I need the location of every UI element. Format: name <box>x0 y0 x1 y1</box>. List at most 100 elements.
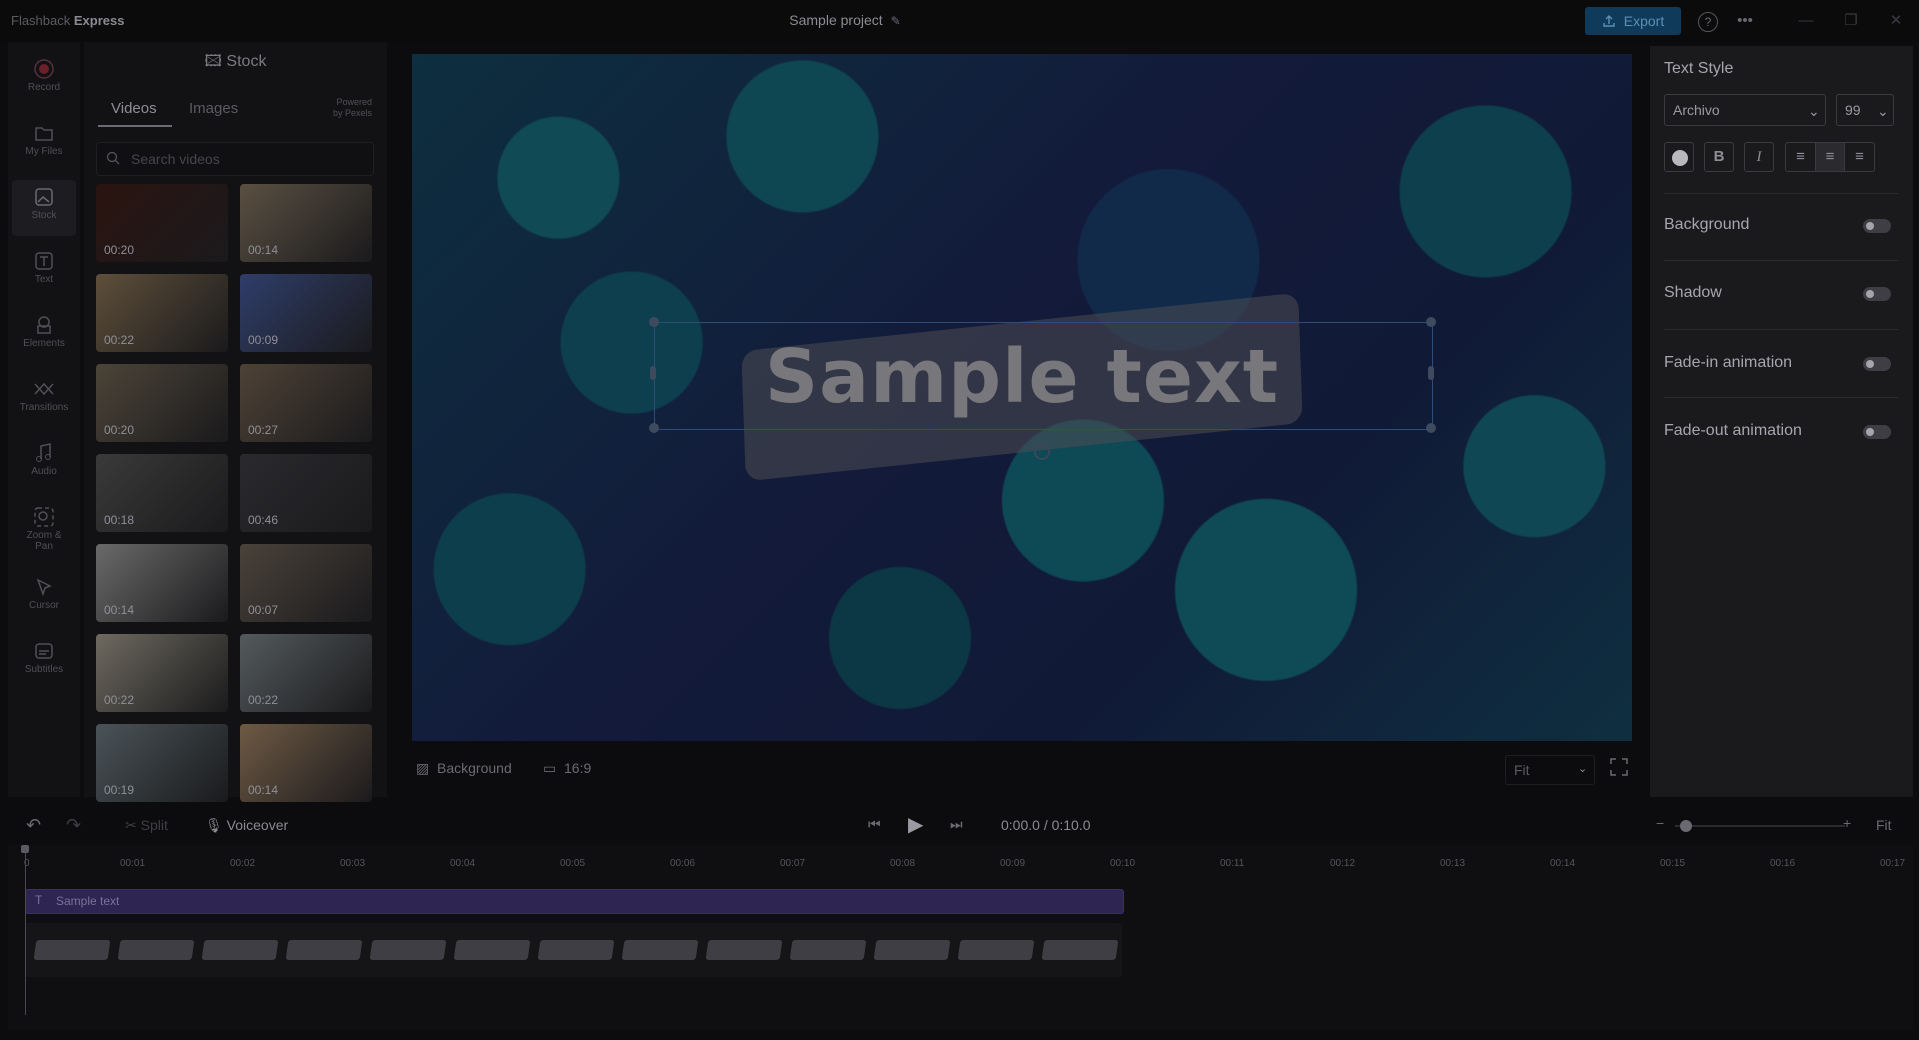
thumbnail-duration: 00:14 <box>248 243 279 257</box>
chevron-down-icon: ⌄ <box>1877 103 1889 119</box>
nav-record[interactable]: Record <box>8 52 80 108</box>
background-toggle[interactable] <box>1863 219 1891 233</box>
nav-zoom-pan[interactable]: Zoom & Pan <box>8 500 80 566</box>
undo-icon[interactable]: ↶ <box>26 815 41 836</box>
resize-handle[interactable] <box>649 317 659 327</box>
timeline-tick: 00:09 <box>1000 858 1026 869</box>
italic-button[interactable]: I <box>1744 142 1774 172</box>
resize-handle[interactable] <box>1428 366 1434 380</box>
nav-elements[interactable]: Elements <box>8 308 80 364</box>
resize-handle[interactable] <box>1426 423 1436 433</box>
text-icon <box>35 252 53 270</box>
zoom-in-icon[interactable]: + <box>1843 815 1851 831</box>
video-thumbnail[interactable]: 00:14 <box>240 724 372 802</box>
align-right-button[interactable]: ≡ <box>1845 142 1875 172</box>
play-icon[interactable]: ▶ <box>908 812 923 837</box>
close-icon[interactable]: ✕ <box>1885 10 1907 32</box>
help-icon[interactable]: ? <box>1698 12 1718 32</box>
divider <box>1664 260 1898 261</box>
timeline-tick: 00:12 <box>1330 858 1356 869</box>
maximize-icon[interactable]: ❐ <box>1840 10 1862 32</box>
fade-in-label: Fade-in animation <box>1664 354 1793 371</box>
video-thumbnail[interactable]: 00:07 <box>240 544 372 622</box>
background-label: Background <box>1664 216 1750 233</box>
tab-images[interactable]: Images <box>189 100 238 117</box>
shadow-toggle[interactable] <box>1863 287 1891 301</box>
search-input[interactable] <box>129 149 363 169</box>
color-picker[interactable] <box>1664 142 1694 172</box>
nav-stock[interactable]: Stock <box>12 180 76 236</box>
fade-out-label: Fade-out animation <box>1664 422 1802 439</box>
pencil-icon[interactable]: ✎ <box>891 14 901 28</box>
title-bar: Flashback Express Sample project ✎ Export… <box>0 0 1919 42</box>
preview-canvas[interactable]: Sample text <box>412 54 1632 741</box>
video-thumbnail[interactable]: 00:46 <box>240 454 372 532</box>
align-center-button[interactable]: ≡ <box>1815 142 1845 172</box>
align-left-button[interactable]: ≡ <box>1785 142 1815 172</box>
video-thumbnail[interactable]: 00:19 <box>96 724 228 802</box>
video-thumbnail[interactable]: 00:22 <box>240 634 372 712</box>
scissors-icon: ✂ <box>125 817 137 833</box>
powered-by-pexels[interactable]: Powered by Pexels <box>312 97 372 119</box>
timeline-fit-button[interactable]: Fit <box>1876 817 1892 833</box>
resize-handle[interactable] <box>1426 317 1436 327</box>
tab-videos[interactable]: Videos <box>111 100 157 117</box>
fit-select[interactable]: Fit ⌄ <box>1505 755 1595 785</box>
timeline-tick: 00:13 <box>1440 858 1466 869</box>
fade-in-toggle[interactable] <box>1863 357 1891 371</box>
font-size-select[interactable]: 99 ⌄ <box>1836 94 1894 126</box>
skip-forward-icon[interactable]: ⏭ <box>950 816 963 833</box>
nav-subtitles[interactable]: Subtitles <box>8 634 80 690</box>
video-thumbnail[interactable]: 00:20 <box>96 184 228 262</box>
nav-my-files[interactable]: My Files <box>8 116 80 172</box>
zoom-slider[interactable] <box>1675 825 1845 827</box>
voiceover-button[interactable]: 🎙 Voiceover <box>205 817 288 834</box>
skip-back-icon[interactable]: ⏮ <box>868 816 881 833</box>
video-thumbnail[interactable]: 00:14 <box>240 184 372 262</box>
nav-transitions[interactable]: Transitions <box>8 372 80 428</box>
video-thumbnail[interactable]: 00:22 <box>96 274 228 352</box>
video-thumbnail[interactable]: 00:20 <box>96 364 228 442</box>
nav-cursor[interactable]: Cursor <box>8 570 80 626</box>
split-button[interactable]: ✂ Split <box>125 817 168 834</box>
resize-handle[interactable] <box>650 366 656 380</box>
animation-segment <box>705 940 783 960</box>
background-button[interactable]: ▨ Background <box>416 760 512 777</box>
timeline-tick: 00:11 <box>1220 858 1245 869</box>
video-thumbnail[interactable]: 00:22 <box>96 634 228 712</box>
selection-box[interactable] <box>654 322 1433 430</box>
project-title[interactable]: Sample project ✎ <box>0 12 1690 28</box>
video-thumbnail[interactable]: 00:14 <box>96 544 228 622</box>
divider <box>1664 193 1898 194</box>
video-thumbnail[interactable]: 00:09 <box>240 274 372 352</box>
video-thumbnail[interactable]: 00:18 <box>96 454 228 532</box>
folder-icon <box>35 127 53 141</box>
timeline-tick: 00:06 <box>670 858 696 869</box>
zoom-out-icon[interactable]: − <box>1656 815 1664 831</box>
timeline-tick: 00:03 <box>340 858 366 869</box>
fade-out-toggle[interactable] <box>1863 425 1891 439</box>
bold-button[interactable]: B <box>1704 142 1734 172</box>
animation-track[interactable] <box>25 923 1122 977</box>
minimize-icon[interactable]: — <box>1795 10 1817 32</box>
nav-audio[interactable]: Audio <box>8 436 80 492</box>
aspect-ratio-button[interactable]: ▭ 16:9 <box>543 760 591 777</box>
export-button[interactable]: Export <box>1585 7 1681 35</box>
more-icon[interactable]: ••• <box>1734 10 1756 32</box>
text-clip[interactable]: T Sample text <box>25 889 1124 914</box>
nav-text[interactable]: Text <box>8 244 80 300</box>
animation-segment <box>33 940 111 960</box>
rotate-handle[interactable] <box>1034 444 1050 460</box>
zoom-slider-thumb[interactable] <box>1680 820 1692 832</box>
animation-segment <box>201 940 279 960</box>
resize-handle[interactable] <box>649 423 659 433</box>
font-select[interactable]: Archivo ⌄ <box>1664 94 1826 126</box>
cursor-icon <box>36 578 52 597</box>
redo-icon[interactable]: ↷ <box>66 815 81 836</box>
fullscreen-icon[interactable] <box>1610 758 1628 781</box>
video-thumbnail[interactable]: 00:27 <box>240 364 372 442</box>
timeline-tick: 00:05 <box>560 858 586 869</box>
playhead[interactable] <box>25 845 26 1015</box>
playhead-handle[interactable] <box>21 845 29 853</box>
timeline-tick: 00:10 <box>1110 858 1136 869</box>
